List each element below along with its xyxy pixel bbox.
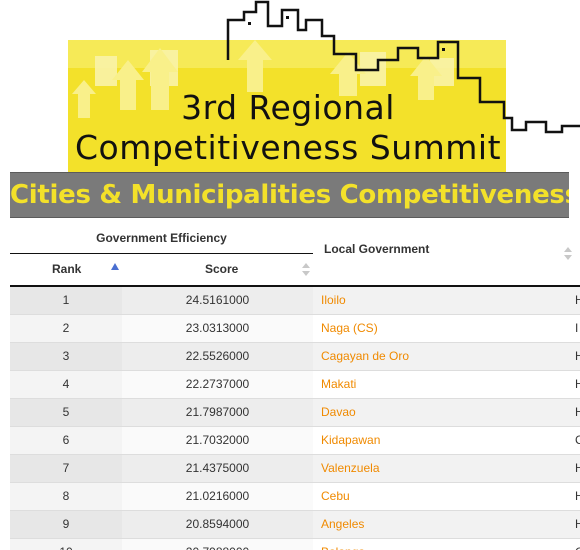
table-row: 1 24.5161000 Iloilo H: [10, 287, 580, 315]
cell-local-government-link[interactable]: Angeles: [321, 511, 571, 538]
cell-score: 21.4375000: [185, 461, 250, 475]
cell-score: 20.8594000: [185, 517, 250, 531]
cell-score: 24.5161000: [185, 293, 250, 307]
table-row: 3 22.5526000 Cagayan de Oro H: [10, 343, 580, 371]
rankings-table: Government Efficiency Rank Score Local G…: [10, 224, 580, 550]
cell-rank: 1: [10, 287, 122, 314]
cell-local-government-link[interactable]: Balanga: [321, 539, 571, 550]
cell-score: 22.5526000: [185, 349, 250, 363]
cell-rank: 8: [10, 483, 122, 510]
column-header-score-label: Score: [205, 262, 239, 276]
cell-score: 20.7988000: [122, 539, 313, 550]
cell-score: 22.2737000: [185, 377, 250, 391]
table-header: Government Efficiency Rank Score Local G…: [10, 224, 580, 287]
cell-truncated: C: [575, 539, 580, 550]
cell-truncated: H: [575, 461, 580, 475]
column-header-rank[interactable]: Rank: [10, 254, 120, 285]
cell-rank: 2: [10, 315, 122, 342]
table-row: 4 22.2737000 Makati H: [10, 371, 580, 399]
cell-rank: 9: [10, 511, 122, 538]
cell-truncated: C: [575, 433, 580, 447]
table-row: 2 23.0313000 Naga (CS) I: [10, 315, 580, 343]
group-header-government-efficiency: Government Efficiency: [10, 224, 313, 254]
cell-truncated: H: [575, 349, 580, 363]
cell-local-government-link[interactable]: Valenzuela: [321, 455, 571, 482]
summit-title-line2: Competitiveness Summit: [74, 128, 502, 167]
cell-rank: 10: [10, 539, 122, 550]
cell-rank: 4: [10, 371, 122, 398]
cell-local-government-link[interactable]: Cebu: [321, 483, 571, 510]
cell-score: 23.0313000: [185, 321, 250, 335]
summit-title-line1: 3rd Regional: [181, 88, 395, 127]
cell-truncated: H: [575, 377, 580, 391]
cell-truncated: H: [575, 293, 580, 307]
sort-ascending-icon: [111, 263, 119, 270]
table-row: 5 21.7987000 Davao H: [10, 399, 580, 427]
summit-banner: 3rd Regional Competitiveness Summit Citi…: [0, 0, 580, 218]
cell-local-government-link[interactable]: Kidapawan: [321, 427, 571, 454]
cell-truncated: H: [575, 405, 580, 419]
table-row: 6 21.7032000 Kidapawan C: [10, 427, 580, 455]
cell-rank: 5: [10, 399, 122, 426]
cell-score: 21.0216000: [185, 489, 250, 503]
cell-score: 21.7987000: [185, 405, 250, 419]
table-row: 10 20.7988000 Balanga C: [10, 539, 580, 550]
column-header-rank-label: Rank: [52, 262, 82, 276]
cell-local-government-link[interactable]: Naga (CS): [321, 315, 571, 342]
cell-local-government-link[interactable]: Davao: [321, 399, 571, 426]
cell-truncated: H: [575, 489, 580, 503]
sort-both-icon: [302, 263, 310, 277]
table-row: 7 21.4375000 Valenzuela H: [10, 455, 580, 483]
cell-score: 21.7032000: [185, 433, 250, 447]
table-row: 9 20.8594000 Angeles H: [10, 511, 580, 539]
table-row: 8 21.0216000 Cebu H: [10, 483, 580, 511]
cell-rank: 7: [10, 455, 122, 482]
column-header-score[interactable]: Score: [122, 254, 313, 285]
sort-both-icon: [564, 247, 572, 261]
cell-truncated: I: [575, 321, 579, 335]
column-header-local-government[interactable]: Local Government: [315, 224, 575, 285]
cell-local-government-link[interactable]: Makati: [321, 371, 571, 398]
cell-rank: 3: [10, 343, 122, 370]
cell-local-government-link[interactable]: Cagayan de Oro: [321, 343, 571, 370]
column-header-local-government-label: Local Government: [324, 242, 430, 256]
index-title-bar: Cities & Municipalities Competitiveness …: [10, 172, 569, 218]
cell-rank: 6: [10, 427, 122, 454]
cell-local-government-link[interactable]: Iloilo: [321, 287, 571, 314]
cell-truncated: H: [575, 517, 580, 531]
table-body: 1 24.5161000 Iloilo H 2 23.0313000 Naga …: [10, 287, 580, 550]
